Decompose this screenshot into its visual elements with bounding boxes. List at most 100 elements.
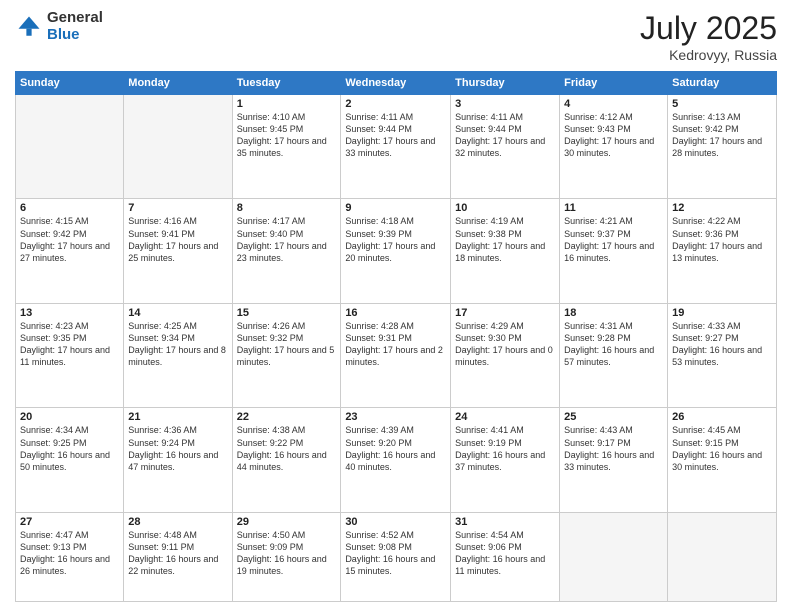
day-number: 21 [128,411,227,423]
logo: General Blue [15,10,103,43]
day-info: Sunrise: 4:22 AMSunset: 9:36 PMDaylight:… [672,215,772,264]
title-block: July 2025 Kedrovyy, Russia [640,10,777,63]
day-info: Sunrise: 4:34 AMSunset: 9:25 PMDaylight:… [20,424,119,473]
day-number: 12 [672,202,772,214]
logo-general: General [47,10,103,27]
table-row [560,512,668,601]
day-number: 27 [20,516,119,528]
day-number: 24 [455,411,555,423]
header: General Blue July 2025 Kedrovyy, Russia [15,10,777,63]
day-number: 8 [237,202,337,214]
day-info: Sunrise: 4:41 AMSunset: 9:19 PMDaylight:… [455,424,555,473]
day-info: Sunrise: 4:17 AMSunset: 9:40 PMDaylight:… [237,215,337,264]
col-friday: Friday [560,72,668,95]
table-row: 29Sunrise: 4:50 AMSunset: 9:09 PMDayligh… [232,512,341,601]
day-info: Sunrise: 4:39 AMSunset: 9:20 PMDaylight:… [345,424,446,473]
table-row: 11Sunrise: 4:21 AMSunset: 9:37 PMDayligh… [560,199,668,303]
logo-text: General Blue [47,10,103,43]
page: General Blue July 2025 Kedrovyy, Russia … [0,0,792,612]
table-row [668,512,777,601]
logo-icon [15,13,43,41]
day-info: Sunrise: 4:50 AMSunset: 9:09 PMDaylight:… [237,529,337,578]
calendar-header-row: Sunday Monday Tuesday Wednesday Thursday… [16,72,777,95]
table-row: 12Sunrise: 4:22 AMSunset: 9:36 PMDayligh… [668,199,777,303]
col-sunday: Sunday [16,72,124,95]
day-info: Sunrise: 4:18 AMSunset: 9:39 PMDaylight:… [345,215,446,264]
table-row: 20Sunrise: 4:34 AMSunset: 9:25 PMDayligh… [16,408,124,512]
month-title: July 2025 [640,10,777,47]
day-number: 31 [455,516,555,528]
day-number: 16 [345,307,446,319]
table-row: 3Sunrise: 4:11 AMSunset: 9:44 PMDaylight… [451,95,560,199]
day-number: 17 [455,307,555,319]
day-info: Sunrise: 4:25 AMSunset: 9:34 PMDaylight:… [128,320,227,369]
day-number: 9 [345,202,446,214]
day-number: 14 [128,307,227,319]
day-number: 3 [455,98,555,110]
table-row: 1Sunrise: 4:10 AMSunset: 9:45 PMDaylight… [232,95,341,199]
day-number: 15 [237,307,337,319]
table-row: 5Sunrise: 4:13 AMSunset: 9:42 PMDaylight… [668,95,777,199]
table-row: 27Sunrise: 4:47 AMSunset: 9:13 PMDayligh… [16,512,124,601]
table-row: 24Sunrise: 4:41 AMSunset: 9:19 PMDayligh… [451,408,560,512]
table-row: 14Sunrise: 4:25 AMSunset: 9:34 PMDayligh… [124,303,232,407]
day-number: 5 [672,98,772,110]
day-info: Sunrise: 4:23 AMSunset: 9:35 PMDaylight:… [20,320,119,369]
table-row: 15Sunrise: 4:26 AMSunset: 9:32 PMDayligh… [232,303,341,407]
day-number: 28 [128,516,227,528]
day-number: 18 [564,307,663,319]
day-number: 30 [345,516,446,528]
table-row: 25Sunrise: 4:43 AMSunset: 9:17 PMDayligh… [560,408,668,512]
day-info: Sunrise: 4:47 AMSunset: 9:13 PMDaylight:… [20,529,119,578]
table-row: 28Sunrise: 4:48 AMSunset: 9:11 PMDayligh… [124,512,232,601]
day-info: Sunrise: 4:16 AMSunset: 9:41 PMDaylight:… [128,215,227,264]
day-info: Sunrise: 4:19 AMSunset: 9:38 PMDaylight:… [455,215,555,264]
table-row: 23Sunrise: 4:39 AMSunset: 9:20 PMDayligh… [341,408,451,512]
day-info: Sunrise: 4:43 AMSunset: 9:17 PMDaylight:… [564,424,663,473]
day-number: 6 [20,202,119,214]
col-tuesday: Tuesday [232,72,341,95]
day-info: Sunrise: 4:21 AMSunset: 9:37 PMDaylight:… [564,215,663,264]
day-info: Sunrise: 4:38 AMSunset: 9:22 PMDaylight:… [237,424,337,473]
day-info: Sunrise: 4:45 AMSunset: 9:15 PMDaylight:… [672,424,772,473]
day-info: Sunrise: 4:11 AMSunset: 9:44 PMDaylight:… [455,111,555,160]
col-monday: Monday [124,72,232,95]
day-info: Sunrise: 4:33 AMSunset: 9:27 PMDaylight:… [672,320,772,369]
day-info: Sunrise: 4:12 AMSunset: 9:43 PMDaylight:… [564,111,663,160]
day-number: 25 [564,411,663,423]
table-row: 21Sunrise: 4:36 AMSunset: 9:24 PMDayligh… [124,408,232,512]
day-number: 20 [20,411,119,423]
table-row: 16Sunrise: 4:28 AMSunset: 9:31 PMDayligh… [341,303,451,407]
table-row [124,95,232,199]
logo-blue: Blue [47,27,103,44]
table-row: 4Sunrise: 4:12 AMSunset: 9:43 PMDaylight… [560,95,668,199]
day-number: 23 [345,411,446,423]
day-number: 29 [237,516,337,528]
col-thursday: Thursday [451,72,560,95]
day-info: Sunrise: 4:26 AMSunset: 9:32 PMDaylight:… [237,320,337,369]
col-wednesday: Wednesday [341,72,451,95]
day-info: Sunrise: 4:10 AMSunset: 9:45 PMDaylight:… [237,111,337,160]
day-number: 26 [672,411,772,423]
day-info: Sunrise: 4:54 AMSunset: 9:06 PMDaylight:… [455,529,555,578]
day-number: 19 [672,307,772,319]
day-number: 2 [345,98,446,110]
table-row: 7Sunrise: 4:16 AMSunset: 9:41 PMDaylight… [124,199,232,303]
col-saturday: Saturday [668,72,777,95]
day-number: 22 [237,411,337,423]
table-row: 6Sunrise: 4:15 AMSunset: 9:42 PMDaylight… [16,199,124,303]
table-row: 22Sunrise: 4:38 AMSunset: 9:22 PMDayligh… [232,408,341,512]
day-number: 1 [237,98,337,110]
table-row: 17Sunrise: 4:29 AMSunset: 9:30 PMDayligh… [451,303,560,407]
table-row: 10Sunrise: 4:19 AMSunset: 9:38 PMDayligh… [451,199,560,303]
day-info: Sunrise: 4:52 AMSunset: 9:08 PMDaylight:… [345,529,446,578]
day-number: 4 [564,98,663,110]
day-info: Sunrise: 4:13 AMSunset: 9:42 PMDaylight:… [672,111,772,160]
day-info: Sunrise: 4:29 AMSunset: 9:30 PMDaylight:… [455,320,555,369]
day-info: Sunrise: 4:36 AMSunset: 9:24 PMDaylight:… [128,424,227,473]
day-info: Sunrise: 4:31 AMSunset: 9:28 PMDaylight:… [564,320,663,369]
calendar-table: Sunday Monday Tuesday Wednesday Thursday… [15,71,777,602]
table-row: 18Sunrise: 4:31 AMSunset: 9:28 PMDayligh… [560,303,668,407]
table-row: 8Sunrise: 4:17 AMSunset: 9:40 PMDaylight… [232,199,341,303]
day-info: Sunrise: 4:15 AMSunset: 9:42 PMDaylight:… [20,215,119,264]
